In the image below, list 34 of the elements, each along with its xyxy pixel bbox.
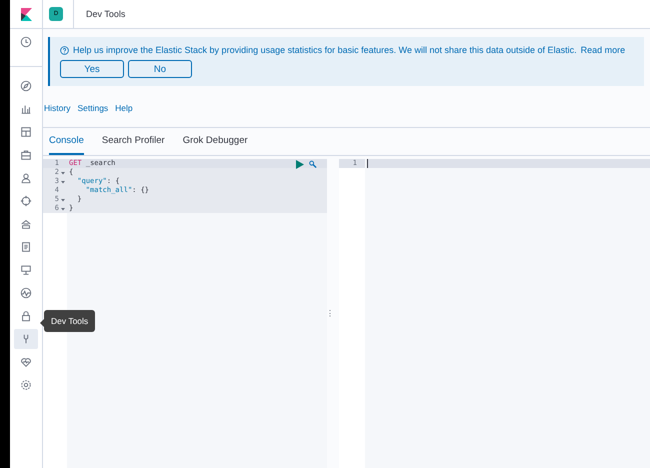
person-icon xyxy=(20,172,32,184)
chart-icon xyxy=(20,103,32,115)
stack-icon xyxy=(20,218,32,230)
document-icon xyxy=(20,241,32,253)
tab[interactable]: Console xyxy=(49,128,84,155)
gear-icon xyxy=(20,379,32,391)
heartbeat-icon xyxy=(20,287,32,299)
callout-button[interactable]: Yes xyxy=(60,60,124,78)
callout-button[interactable]: No xyxy=(128,60,192,78)
heart-monitor-icon xyxy=(20,356,32,368)
tab[interactable]: Grok Debugger xyxy=(182,128,248,155)
menu-link[interactable]: History xyxy=(44,103,70,113)
clock-icon xyxy=(20,36,32,48)
compass-icon xyxy=(20,80,32,92)
help-icon xyxy=(60,46,69,54)
page-title: Dev Tools xyxy=(73,0,126,28)
fold-icon[interactable] xyxy=(61,206,65,210)
menu-link[interactable]: Settings xyxy=(77,103,108,113)
logo-icon[interactable] xyxy=(20,8,32,20)
fold-icon[interactable] xyxy=(61,170,65,174)
tab[interactable]: Search Profiler xyxy=(102,128,165,155)
monitor-icon xyxy=(20,264,32,276)
briefcase-icon xyxy=(20,149,32,161)
read-more-link[interactable]: Read more xyxy=(580,45,626,55)
fold-icon[interactable] xyxy=(61,180,65,184)
callout-text: Help us improve the Elastic Stack by providing usage statistics for basic features. We will not share this data outside of Elastic. xyxy=(73,45,577,55)
play-icon[interactable] xyxy=(296,160,304,169)
dashboard-icon xyxy=(20,126,32,138)
crosshair-icon xyxy=(20,195,32,207)
lock-icon xyxy=(20,310,32,322)
resize-handle[interactable]: ⋮ xyxy=(326,309,334,318)
nav-item[interactable] xyxy=(14,329,38,349)
fold-icon[interactable] xyxy=(61,198,65,202)
menu-link[interactable]: Help xyxy=(115,103,133,113)
